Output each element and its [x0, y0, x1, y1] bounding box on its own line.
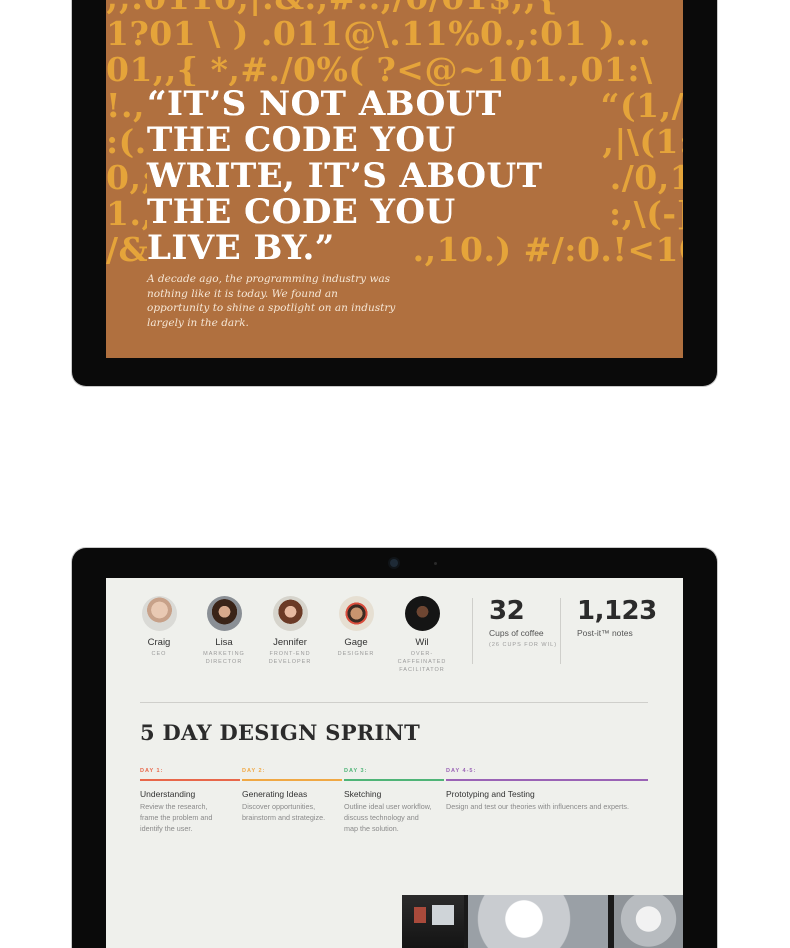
day-label: DAY 2: — [242, 768, 266, 774]
stat-number: 32 — [489, 596, 525, 626]
headline-line: THE CODE YOU — [147, 194, 462, 230]
photo-window — [468, 895, 608, 948]
day-title: Generating Ideas — [242, 789, 308, 799]
sprint-title: 5 DAY DESIGN SPRINT — [140, 720, 421, 745]
day-color-bar — [140, 779, 240, 781]
member-role: MARKETING DIRECTOR — [203, 651, 245, 665]
day-column: DAY 2: Generating Ideas Discover opportu… — [242, 768, 342, 823]
tablet-device-top: ;;.0110,|:&.,#..,/0/01$,;{ 1?01 \ ) .011… — [72, 0, 717, 386]
day-description: Discover opportunities, brainstorm and s… — [242, 802, 326, 822]
person-avatar-icon — [206, 596, 242, 631]
code-line: ;;.0110,|:&.,#..,/0/01$,;{ — [106, 0, 683, 16]
divider — [472, 598, 473, 664]
member-name: Wil — [415, 637, 429, 648]
day-column: DAY 1: Understanding Review the research… — [140, 768, 240, 834]
team-photo — [402, 895, 683, 948]
tablet-device-bottom: Craig CEO Lisa MARKETING DIRECTOR Jennif… — [72, 548, 717, 948]
photo-detail — [414, 907, 426, 923]
code-line: 01,,{ *,#./0%( ?<@~101.,01:\ — [106, 52, 653, 88]
divider — [140, 702, 648, 703]
photo-window — [614, 895, 683, 948]
headline-line: LIVE BY.” — [147, 230, 341, 266]
quote-subtext: A decade ago, the programming industry w… — [147, 273, 396, 329]
stat-postits: 1,123 Post-it™ notes — [577, 596, 657, 638]
stat-number: 1,123 — [577, 596, 657, 626]
member-role: OVER-CAFFEINATED FACILITATOR — [397, 651, 447, 673]
headline-line: WRITE, IT’S ABOUT — [147, 158, 549, 194]
day-column: DAY 4-5: Prototyping and Testing Design … — [446, 768, 648, 812]
photo-detail — [432, 905, 454, 925]
person-avatar-icon — [404, 596, 440, 631]
stat-label: Post-it™ notes — [577, 628, 633, 638]
code-line: 1?01 \ ) .011@\.11%0.,:01 )... — [106, 16, 652, 52]
person-avatar-icon — [141, 596, 177, 631]
day-label: DAY 4-5: — [446, 768, 477, 774]
day-label: DAY 1: — [140, 768, 164, 774]
stat-sub: (26 CUPS FOR WIL) — [489, 642, 558, 648]
sensor-icon — [434, 562, 437, 565]
day-description: Review the research, frame the problem a… — [140, 802, 213, 833]
day-description: Design and test our theories with influe… — [446, 802, 629, 811]
day-column: DAY 3: Sketching Outline ideal user work… — [344, 768, 444, 834]
stat-label: Cups of coffee — [489, 628, 544, 638]
day-description: Outline ideal user workflow, discuss tec… — [344, 802, 432, 833]
quote-headline: “IT’S NOT ABOUT THE CODE YOU WRITE, IT’S… — [147, 86, 549, 266]
sprint-slide: Craig CEO Lisa MARKETING DIRECTOR Jennif… — [106, 578, 683, 948]
day-label: DAY 3: — [344, 768, 368, 774]
divider — [560, 598, 561, 664]
day-color-bar — [344, 779, 444, 781]
team-member: Wil OVER-CAFFEINATED FACILITATOR — [382, 596, 462, 674]
day-title: Prototyping and Testing — [446, 789, 535, 799]
day-color-bar — [242, 779, 342, 781]
day-color-bar — [446, 779, 648, 781]
quote-slide: ;;.0110,|:&.,#..,/0/01$,;{ 1?01 \ ) .011… — [106, 0, 683, 358]
camera-icon — [390, 559, 398, 567]
person-avatar-icon — [338, 596, 374, 631]
team-row: Craig CEO Lisa MARKETING DIRECTOR Jennif… — [128, 596, 448, 676]
person-avatar-icon — [272, 596, 308, 631]
day-title: Sketching — [344, 789, 382, 799]
day-title: Understanding — [140, 789, 196, 799]
headline-line: “IT’S NOT ABOUT — [147, 86, 508, 122]
stat-coffee: 32 Cups of coffee (26 CUPS FOR WIL) — [489, 596, 557, 648]
headline-line: THE CODE YOU — [147, 122, 462, 158]
member-role: FRONT-END DEVELOPER — [268, 651, 312, 665]
